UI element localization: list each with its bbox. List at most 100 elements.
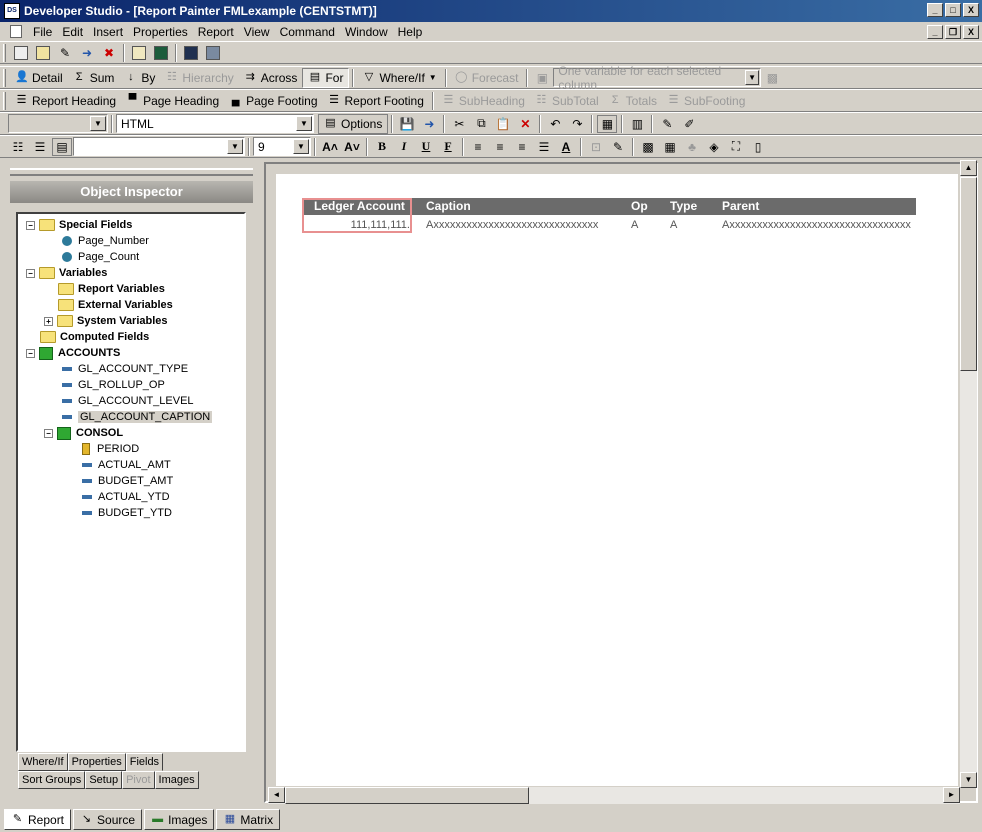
report-footing-button[interactable]: ☰ Report Footing — [323, 91, 429, 111]
tree-external-variables[interactable]: External Variables — [58, 297, 173, 313]
tree-actual-ytd[interactable]: ACTUAL_YTD — [82, 489, 170, 505]
cell-parent[interactable]: Axxxxxxxxxxxxxxxxxxxxxxxxxxxxxxxxx — [722, 217, 911, 234]
tree-system-variables[interactable]: + System Variables — [44, 313, 168, 329]
chevron-down-icon[interactable]: ▼ — [90, 116, 106, 131]
where-if-button[interactable]: ▽ Where/If ▼ — [357, 68, 441, 88]
run-icon[interactable]: ➜ — [77, 44, 97, 62]
vertical-scrollbar[interactable]: ▲ ▼ — [960, 160, 977, 788]
align-left-icon[interactable]: ≡ — [468, 138, 488, 156]
subfooting-button[interactable]: ☰ SubFooting — [662, 91, 750, 111]
page-heading-button[interactable]: ▀ Page Heading — [121, 91, 224, 111]
column-header-parent[interactable]: Parent — [722, 198, 759, 215]
master-icon[interactable] — [151, 44, 171, 62]
tree-gl-rollup-op[interactable]: GL_ROLLUP_OP — [62, 377, 165, 393]
menu-edit[interactable]: Edit — [57, 25, 88, 39]
variable-combo[interactable]: One variable for each selected column ▼ — [553, 64, 762, 92]
increase-font-icon[interactable]: A˄ — [320, 138, 340, 156]
report-heading-button[interactable]: ☰ Report Heading — [10, 91, 121, 111]
cut-icon[interactable]: ✂ — [449, 115, 469, 133]
mdi-close-button[interactable]: X — [963, 25, 979, 39]
document-icon[interactable] — [10, 25, 22, 38]
maximize-button[interactable]: □ — [945, 3, 961, 17]
tab-setup[interactable]: Setup — [85, 771, 123, 789]
run-report-icon[interactable]: ➜ — [419, 115, 439, 133]
align-right-icon[interactable]: ≡ — [512, 138, 532, 156]
scroll-left-icon[interactable]: ◄ — [268, 787, 285, 803]
tree-page-count[interactable]: Page_Count — [62, 249, 139, 265]
output-format-combo[interactable]: HTML ▼ — [116, 114, 314, 133]
terminal-icon[interactable] — [181, 44, 201, 62]
chevron-down-icon[interactable]: ▼ — [293, 139, 309, 154]
save-icon[interactable]: 💾 — [397, 115, 417, 133]
tree-computed-fields[interactable]: Computed Fields — [40, 329, 149, 345]
scroll-up-icon[interactable]: ▲ — [960, 160, 977, 176]
calculator-icon[interactable]: ▦ — [660, 138, 680, 156]
font-combo[interactable]: ▼ — [73, 137, 245, 156]
across-button[interactable]: ⇉ Across — [239, 68, 303, 88]
minimize-button[interactable]: _ — [927, 3, 943, 17]
menu-command[interactable]: Command — [275, 25, 340, 39]
style-combo[interactable]: ▼ — [8, 114, 108, 133]
tree-budget-amt[interactable]: BUDGET_AMT — [82, 473, 173, 489]
tab-fields[interactable]: Fields — [125, 753, 164, 771]
font-size-combo[interactable]: 9 ▼ — [253, 137, 311, 156]
tree-period[interactable]: PERIOD — [82, 441, 139, 457]
page-footing-button[interactable]: ▄ Page Footing — [224, 91, 322, 111]
menu-help[interactable]: Help — [393, 25, 428, 39]
open-icon[interactable] — [33, 44, 53, 62]
collapse-icon[interactable]: − — [26, 220, 35, 230]
chart-icon[interactable]: ▦ — [597, 114, 618, 133]
paste-icon[interactable]: 📋 — [493, 115, 513, 133]
menu-window[interactable]: Window — [340, 25, 393, 39]
undo-icon[interactable]: ↶ — [545, 115, 565, 133]
fill-color-icon[interactable]: ✎ — [608, 138, 628, 156]
tree-accounts[interactable]: − ACCOUNTS — [26, 345, 120, 361]
rows-icon[interactable]: ☰ — [30, 138, 50, 156]
style-icon[interactable]: ✐ — [679, 115, 699, 133]
tree-icon[interactable]: ♣ — [682, 138, 702, 156]
column-header-type[interactable]: Type — [670, 198, 697, 215]
tree-special-fields[interactable]: − Special Fields — [26, 217, 132, 233]
tree-budget-ytd[interactable]: BUDGET_YTD — [82, 505, 172, 521]
detail-button[interactable]: 👤 Detail — [10, 68, 68, 88]
new-icon[interactable] — [11, 44, 31, 62]
bold-button[interactable]: B — [372, 138, 392, 156]
menu-file[interactable]: File — [28, 25, 57, 39]
cell-caption[interactable]: Axxxxxxxxxxxxxxxxxxxxxxxxxxxxxx — [426, 217, 598, 234]
delete-icon[interactable]: ✕ — [515, 115, 535, 133]
columns-icon[interactable]: ☷ — [8, 138, 28, 156]
tab-sort-groups[interactable]: Sort Groups — [18, 771, 86, 789]
mdi-minimize-button[interactable]: _ — [927, 25, 943, 39]
tab-matrix[interactable]: ▦ Matrix — [216, 809, 281, 830]
menu-report[interactable]: Report — [193, 25, 239, 39]
justify-icon[interactable]: ☰ — [534, 138, 554, 156]
stop-icon[interactable]: ✖ — [99, 44, 119, 62]
menu-view[interactable]: View — [239, 25, 275, 39]
menu-insert[interactable]: Insert — [88, 25, 128, 39]
tree-variables[interactable]: − Variables — [26, 265, 107, 281]
options-button[interactable]: ▤ Options — [318, 113, 389, 134]
mdi-restore-button[interactable]: ❐ — [945, 25, 961, 39]
scroll-right-icon[interactable]: ► — [943, 787, 960, 803]
chevron-down-icon[interactable]: ▼ — [296, 116, 312, 131]
redo-icon[interactable]: ↷ — [567, 115, 587, 133]
tab-images-view[interactable]: ▬ Images — [144, 809, 215, 830]
report-canvas[interactable]: Ledger Account Caption Op Type Parent 11… — [276, 174, 958, 786]
tree-gl-account-type[interactable]: GL_ACCOUNT_TYPE — [62, 361, 188, 377]
hierarchy-button[interactable]: ☷ Hierarchy — [160, 68, 238, 88]
tab-pivot[interactable]: Pivot — [122, 771, 155, 789]
report-icon[interactable] — [129, 44, 149, 62]
grid-icon[interactable]: ▤ — [52, 137, 72, 156]
tree-gl-account-caption[interactable]: GL_ACCOUNT_CAPTION — [62, 409, 213, 425]
cell-op[interactable]: A — [631, 217, 638, 234]
menu-properties[interactable]: Properties — [128, 25, 193, 39]
edit-icon[interactable]: ✎ — [55, 44, 75, 62]
italic-button[interactable]: I — [394, 138, 414, 156]
totals-button[interactable]: Σ Totals — [604, 91, 662, 111]
font-color-icon[interactable]: A — [556, 138, 576, 156]
expand-icon[interactable]: + — [44, 316, 53, 326]
tree-report-variables[interactable]: Report Variables — [58, 281, 165, 297]
collapse-icon[interactable]: − — [44, 428, 53, 438]
column-header-op[interactable]: Op — [631, 198, 648, 215]
subtotal-button[interactable]: ☷ SubTotal — [530, 91, 604, 111]
